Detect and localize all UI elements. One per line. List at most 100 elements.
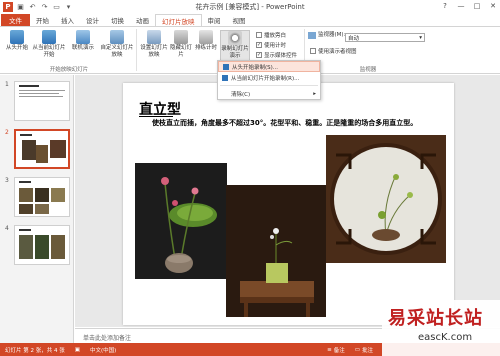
notes-toggle[interactable]: ≡ 备注 (322, 346, 350, 354)
tab-review[interactable]: 审阅 (202, 14, 227, 26)
chevron-right-icon: ▸ (313, 90, 316, 97)
round-window-photo[interactable] (326, 135, 446, 263)
slide-body-text[interactable]: 使枝直立而插，角度最多不超过30°。花型平和、稳重。正是隆重的场合多用直立型。 (139, 119, 439, 128)
slide-canvas[interactable]: 直立型 使枝直立而插，角度最多不超过30°。花型平和、稳重。正是隆重的场合多用直… (123, 83, 454, 325)
record-item-icon (222, 74, 228, 81)
lotus-arrangement-image (135, 163, 227, 279)
online-present-button[interactable]: 联机演示 (70, 30, 96, 52)
presenter-view-label: 使用演示者视图 (318, 49, 357, 55)
comments-text: 批注 (361, 347, 373, 354)
language-status[interactable]: 中文(中国) (85, 346, 121, 354)
spellcheck-icon[interactable]: ▣ (70, 347, 85, 353)
from-current-button[interactable]: 从当前幻灯片开始 (30, 30, 68, 58)
thumb-photo (19, 235, 33, 259)
help-button[interactable]: ? (440, 0, 450, 12)
show-media-controls-label: 显示媒体控件 (264, 53, 298, 59)
setup-show-button[interactable]: 设置幻灯片放映 (140, 30, 168, 58)
language-text: 中文(中国) (89, 347, 117, 354)
comments-toggle[interactable]: ▭ 批注 (350, 346, 378, 354)
record-from-current-label: 从当前幻灯片开始录制(R)... (231, 75, 300, 82)
watermark-title: 易采站长站 (388, 308, 483, 329)
ribbon-tabs: 文件 开始 插入 设计 切换 动画 幻灯片放映 审阅 视图 (0, 13, 500, 26)
group-monitors-label: 监视器 (359, 67, 377, 73)
menu-divider (220, 85, 318, 86)
tab-slide-show[interactable]: 幻灯片放映 (155, 14, 202, 26)
thumb-photo (35, 235, 49, 259)
table-pot-image (226, 185, 326, 317)
presenter-view-box[interactable] (310, 48, 316, 54)
window-arrangement-image (326, 135, 446, 263)
setup-show-icon (147, 30, 161, 44)
undo-icon[interactable]: ↶ (28, 2, 37, 11)
slide-thumbnail-4[interactable] (14, 225, 70, 265)
use-timings-checkbox[interactable]: ✓ 使用计时 (256, 41, 286, 49)
use-timings-box[interactable]: ✓ (256, 42, 262, 48)
group-start-show-label: 开始放映幻灯片 (49, 67, 89, 73)
thumb-photo (50, 140, 66, 158)
group-divider (136, 29, 137, 71)
hide-slide-label: 隐藏幻灯片 (170, 45, 193, 58)
clear-item[interactable]: 清除(C) ▸ (218, 88, 320, 99)
tab-home[interactable]: 开始 (30, 14, 55, 26)
slide-thumbnail-3[interactable] (14, 177, 70, 217)
slide-thumbnails-panel: 1 2 3 4 (0, 75, 74, 343)
custom-show-icon (110, 30, 124, 44)
lotus-photo[interactable] (135, 163, 227, 279)
record-from-current-item[interactable]: 从当前幻灯片开始录制(R)... (218, 72, 320, 83)
maximize-button[interactable]: □ (472, 0, 482, 12)
redo-icon[interactable]: ↷ (40, 2, 49, 11)
quick-access-toolbar: P ▣ ↶ ↷ ▭ ▾ (0, 1, 73, 12)
slide-thumbnail-1[interactable] (14, 81, 70, 121)
hide-slide-icon (174, 30, 188, 44)
present-icon[interactable]: ▭ (52, 2, 61, 11)
thumb-photo (22, 140, 36, 160)
thumb-title-line (19, 229, 31, 231)
tab-transitions[interactable]: 切换 (105, 14, 130, 26)
tab-animations[interactable]: 动画 (130, 14, 155, 26)
tab-insert[interactable]: 插入 (55, 14, 80, 26)
show-media-controls-box[interactable]: ✓ (256, 52, 262, 58)
thumb-photo (35, 204, 49, 214)
online-present-icon (76, 30, 90, 44)
slideshow-current-icon (42, 30, 56, 44)
slide-editor: 直立型 使枝直立而插，角度最多不超过30°。花型平和、稳重。正是隆重的场合多用直… (75, 75, 500, 327)
play-narrations-checkbox[interactable]: 播放旁白 (256, 31, 286, 39)
monitor-label-row: 监视器(M): (308, 32, 345, 39)
record-slideshow-button[interactable]: 录制幻灯片演示 (220, 30, 250, 64)
monitor-icon (308, 32, 316, 39)
tab-view[interactable]: 视图 (227, 14, 252, 26)
hide-slide-button[interactable]: 隐藏幻灯片 (170, 30, 192, 58)
close-button[interactable]: ✕ (488, 0, 498, 12)
play-narrations-box[interactable] (256, 32, 262, 38)
from-beginning-button[interactable]: 从头开始 (4, 30, 30, 52)
slide-thumbnail-2[interactable] (14, 129, 70, 169)
bonsai-pot-photo[interactable] (226, 185, 326, 317)
monitor-dropdown[interactable]: 自动 ▾ (345, 33, 425, 42)
custom-show-button[interactable]: 自定义幻灯片放映 (100, 30, 134, 58)
powerpoint-icon[interactable]: P (3, 1, 13, 12)
tab-design[interactable]: 设计 (80, 14, 105, 26)
rehearse-timings-button[interactable]: 排练计时 (194, 30, 218, 52)
play-narrations-label: 播放旁白 (264, 33, 287, 39)
tab-file[interactable]: 文件 (1, 14, 30, 26)
slide-number: 4 (5, 225, 9, 232)
window-controls: ? — □ ✕ (440, 0, 498, 12)
save-icon[interactable]: ▣ (16, 2, 25, 11)
record-slideshow-label: 录制幻灯片演示 (221, 46, 249, 59)
comments-icon: ▭ (354, 346, 360, 353)
notes-text: 备注 (333, 347, 345, 354)
watermark-url: eascK.com (418, 332, 473, 343)
record-from-beginning-item[interactable]: 从头开始录制(S)... (218, 61, 320, 72)
record-dropdown-menu: 从头开始录制(S)... 从当前幻灯片开始录制(R)... 清除(C) ▸ (217, 60, 321, 100)
monitor-value: 自动 (348, 35, 360, 42)
show-media-controls-checkbox[interactable]: ✓ 显示媒体控件 (256, 51, 297, 59)
rehearse-timings-label: 排练计时 (194, 45, 217, 51)
minimize-button[interactable]: — (456, 0, 466, 12)
thumb-photo (19, 188, 33, 202)
rehearse-timings-icon (199, 30, 213, 44)
thumb-photo (51, 188, 65, 202)
customize-qat-icon[interactable]: ▾ (64, 2, 73, 11)
presenter-view-checkbox[interactable]: 使用演示者视图 (310, 47, 357, 55)
clear-label: 清除(C) (231, 91, 251, 98)
thumb-photo (36, 145, 48, 163)
